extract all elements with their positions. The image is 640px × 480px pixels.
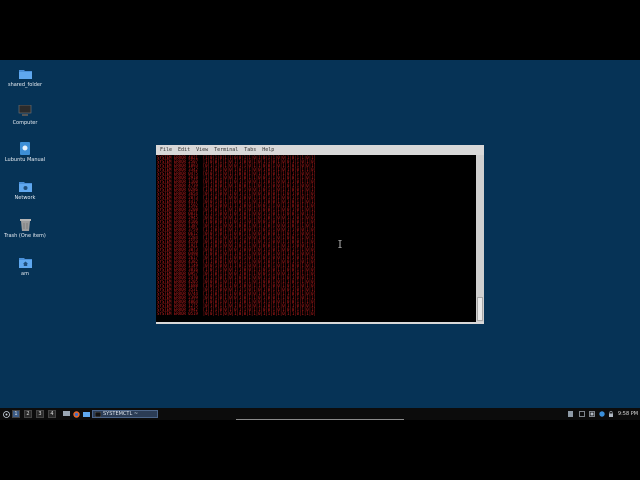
terminal-menubar: File Edit View Terminal Tabs Help (156, 145, 484, 155)
terminal-line: SYSTEM ERROR 0519 |0|0|1|1|0|0|1|0|0|1|1… (157, 311, 316, 316)
scrollbar-thumb[interactable] (477, 297, 483, 321)
menu-terminal[interactable]: Terminal (214, 147, 238, 153)
globe-icon (599, 411, 605, 417)
network-status-icon (579, 411, 585, 417)
workspace-1[interactable]: 1 (12, 410, 20, 418)
desktop-icon-label: Lubuntu Manual (4, 157, 46, 163)
firefox-icon (72, 410, 80, 418)
volume-tray-icon[interactable] (567, 410, 575, 418)
folder-icon (82, 412, 90, 417)
desktop-icon-computer[interactable]: Computer (2, 104, 48, 126)
manual-icon (17, 141, 33, 155)
volume-icon (568, 411, 573, 417)
text-cursor-icon (338, 233, 342, 249)
desktop-icon-label: Computer (12, 120, 38, 126)
desktop-icon-network[interactable]: Network (2, 179, 48, 201)
desktop-icon-lubuntu-manual[interactable]: Lubuntu Manual (2, 141, 48, 163)
workspace-3[interactable]: 3 (36, 410, 44, 418)
menu-view[interactable]: View (196, 147, 208, 153)
terminal-text: SYSTEM ERROR 4021 [1|0|1|0|1|1|0|0|1|1|0… (157, 156, 316, 316)
updates-tray-icon[interactable] (598, 410, 606, 418)
file-manager-launcher[interactable] (82, 410, 90, 418)
browser-launcher[interactable] (72, 410, 80, 418)
workspace-4[interactable]: 4 (48, 410, 56, 418)
power-icon (589, 411, 595, 417)
divider (236, 419, 404, 420)
terminal-window[interactable]: File Edit View Terminal Tabs Help SYSTEM… (156, 145, 484, 324)
lock-icon (609, 411, 613, 417)
network-tray-icon[interactable] (578, 410, 586, 418)
folder-icon (17, 66, 33, 80)
desktop-icon-home[interactable]: am (2, 255, 48, 277)
desktop-icon-label: am (21, 271, 29, 277)
desktop-icon (62, 411, 70, 416)
menu-tabs[interactable]: Tabs (244, 147, 256, 153)
show-desktop-button[interactable] (62, 410, 70, 418)
clock[interactable]: 9:58 PM (616, 410, 640, 418)
workspace-2[interactable]: 2 (24, 410, 32, 418)
screen-lock-button[interactable] (607, 410, 615, 418)
network-icon (17, 179, 33, 193)
terminal-icon (95, 411, 101, 417)
desktop-icon-label: shared_folder (7, 82, 43, 88)
menu-file[interactable]: File (160, 147, 172, 153)
menu-edit[interactable]: Edit (178, 147, 190, 153)
terminal-output[interactable]: SYSTEM ERROR 4021 [1|0|1|0|1|1|0|0|1|1|0… (156, 155, 476, 322)
taskbar-item-terminal[interactable]: SYSTEMCTL ~ (92, 410, 158, 418)
desktop: shared_folder Computer Lubuntu Manual Ne… (0, 60, 640, 420)
home-folder-icon (17, 255, 33, 269)
desktop-icon-trash[interactable]: Trash (One item) (2, 217, 48, 239)
trash-icon (17, 217, 33, 231)
desktop-icon-label: Trash (One item) (4, 233, 46, 239)
desktop-icon-label: Network (14, 195, 36, 201)
lubuntu-logo-icon (2, 410, 10, 418)
menu-help[interactable]: Help (262, 147, 274, 153)
power-tray-icon[interactable] (588, 410, 596, 418)
computer-icon (17, 104, 33, 118)
taskbar-item-label: SYSTEMCTL ~ (103, 411, 139, 417)
terminal-scrollbar[interactable] (476, 155, 484, 322)
desktop-icon-shared-folder[interactable]: shared_folder (2, 66, 48, 88)
start-menu-button[interactable] (2, 410, 10, 418)
